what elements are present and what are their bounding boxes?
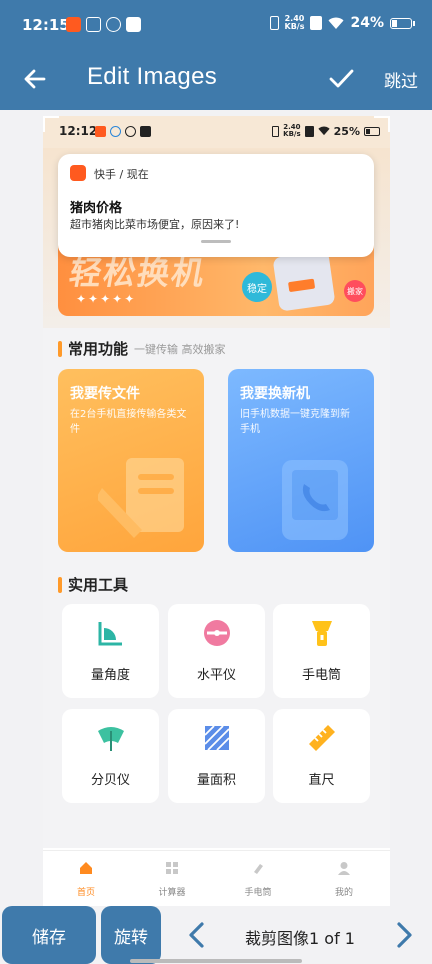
wifi-icon	[318, 126, 330, 136]
ruler-icon	[309, 725, 335, 751]
sim-off-icon	[310, 16, 323, 30]
section-title: 实用工具	[68, 576, 129, 594]
page-title: Edit Images	[87, 63, 218, 90]
kuaishou-icon	[66, 17, 81, 32]
net-speed: 2.40 KB/s	[283, 124, 300, 138]
page-indicator: 裁剪图像1 of 1	[245, 929, 355, 948]
net-speed: 2.40 KB/s	[285, 15, 305, 31]
skip-button[interactable]: 跳过	[384, 67, 418, 92]
inner-app-icons	[95, 126, 151, 137]
message-icon	[126, 17, 141, 32]
home-indicator	[130, 959, 302, 963]
notification-handle	[201, 240, 231, 243]
inner-status-right: 2.40 KB/s 25%	[272, 124, 380, 138]
tool-protractor[interactable]: 量角度	[62, 604, 159, 698]
status-time: 12:15	[22, 16, 70, 34]
app-header: Edit Images 跳过	[0, 52, 432, 110]
protractor-icon	[98, 622, 122, 646]
tool-label: 水平仪	[196, 668, 236, 683]
transfer-files-card[interactable]: 我要传文件 在2台手机直接传输各类文件	[58, 369, 204, 552]
sim-off-icon	[304, 125, 314, 137]
nav-label: 计算器	[158, 888, 186, 898]
phone-call-icon	[282, 460, 348, 540]
crop-handle-bottom-left[interactable]	[43, 890, 59, 906]
confirm-check-icon[interactable]	[326, 62, 356, 96]
status-app-icons	[66, 17, 141, 32]
phone-illustration	[272, 250, 336, 312]
decibel-meter-icon	[98, 727, 124, 751]
battery-percent: 24%	[350, 15, 384, 31]
banner-stars: ✦✦✦✦✦	[76, 292, 137, 306]
calculator-icon	[166, 862, 178, 874]
tool-label: 量面积	[196, 773, 236, 788]
battery-icon	[390, 17, 415, 29]
flashlight-icon	[312, 621, 332, 646]
message-icon	[140, 126, 151, 137]
nav-label: 手电筒	[244, 888, 272, 898]
nav-flashlight[interactable]: 手电筒	[215, 851, 301, 906]
rotate-button[interactable]: 旋转	[101, 906, 161, 964]
level-icon	[204, 620, 230, 646]
save-button[interactable]: 储存	[2, 906, 96, 964]
status-right: 2.40 KB/s 24%	[269, 15, 415, 31]
section-bar	[58, 576, 62, 593]
crop-image-area[interactable]: 12:12 2.40 KB/s 25% 轻松换机 ✦✦✦✦✦ 稳定 搬家 快手	[43, 116, 390, 906]
card-description: 旧手机数据一键克隆到新手机	[240, 409, 350, 435]
app-icon	[110, 126, 121, 137]
notification-app: 快手 / 现在	[94, 168, 149, 181]
kuaishou-icon	[95, 126, 106, 137]
notification-body: 超市猪肉比菜市场便宜，原因来了!	[70, 218, 240, 231]
crop-handle-top-right[interactable]	[374, 116, 390, 132]
document-pencil-icon	[98, 458, 184, 538]
card-title: 我要换新机	[240, 386, 310, 402]
wifi-icon	[328, 17, 344, 29]
nav-calculator[interactable]: 计算器	[129, 851, 215, 906]
tool-label: 分贝仪	[90, 773, 130, 788]
move-badge: 搬家	[344, 280, 366, 302]
tool-label: 手电筒	[301, 668, 341, 683]
app-icon	[106, 17, 121, 32]
battery-percent: 25%	[333, 124, 360, 138]
tool-label: 直尺	[308, 773, 335, 788]
switch-phone-card[interactable]: 我要换新机 旧手机数据一键克隆到新手机	[228, 369, 374, 552]
net-speed-unit: KB/s	[283, 130, 301, 138]
vibrate-icon	[269, 16, 279, 30]
notification-popup[interactable]: 快手 / 现在 猪肉价格 超市猪肉比菜市场便宜，原因来了!	[58, 154, 374, 257]
profile-icon	[338, 862, 350, 875]
chevron-left-icon[interactable]	[185, 920, 209, 950]
kuaishou-icon	[70, 165, 86, 181]
home-icon	[80, 862, 92, 874]
tool-flashlight[interactable]: 手电筒	[273, 604, 370, 698]
tools-header: 实用工具	[58, 574, 128, 595]
vibrate-icon	[272, 125, 280, 137]
inner-bottom-nav: 首页 计算器 手电筒 我的	[43, 850, 390, 906]
app-icon	[125, 126, 136, 137]
area-measure-icon	[204, 725, 230, 751]
net-speed-unit: KB/s	[284, 22, 305, 31]
inner-status-time: 12:12	[59, 124, 98, 138]
tool-level[interactable]: 水平仪	[168, 604, 265, 698]
tool-area-measure[interactable]: 量面积	[168, 709, 265, 803]
common-functions-header: 常用功能 一键传输 高效搬家	[58, 338, 226, 359]
tool-ruler[interactable]: 直尺	[273, 709, 370, 803]
crop-handle-top-left[interactable]	[43, 116, 59, 132]
flashlight-icon	[254, 864, 263, 874]
card-title: 我要传文件	[70, 386, 140, 402]
back-arrow-icon[interactable]	[18, 62, 52, 96]
stable-badge: 稳定	[242, 272, 272, 302]
card-description: 在2台手机直接传输各类文件	[70, 409, 187, 435]
inner-status-bar: 12:12 2.40 KB/s 25%	[43, 116, 390, 148]
section-bar	[58, 340, 62, 357]
status-bar: 12:15 2.40 KB/s 24%	[0, 0, 432, 52]
notification-title: 猪肉价格	[70, 201, 123, 216]
chevron-right-icon[interactable]	[392, 920, 416, 950]
tool-decibel-meter[interactable]: 分贝仪	[62, 709, 159, 803]
section-title: 常用功能	[68, 340, 129, 358]
tool-label: 量角度	[90, 668, 130, 683]
crop-handle-bottom-right[interactable]	[374, 890, 390, 906]
app-icon	[86, 17, 101, 32]
section-subtitle: 一键传输 高效搬家	[134, 342, 226, 356]
